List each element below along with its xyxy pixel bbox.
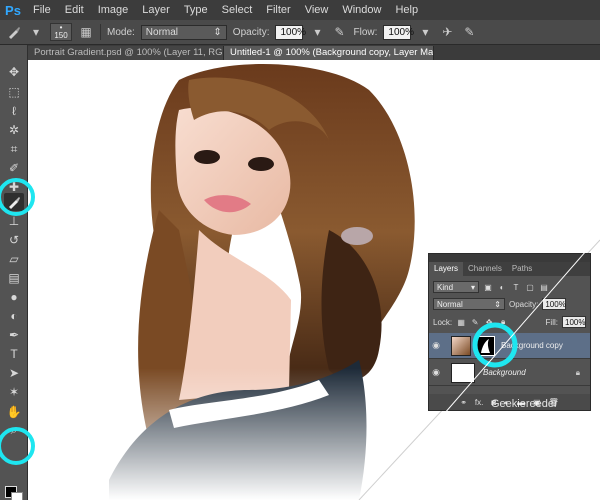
watermark: Geekiereeder bbox=[491, 398, 558, 410]
mask-highlight-circle bbox=[472, 322, 518, 368]
mask-highlight-overlay bbox=[429, 234, 600, 431]
